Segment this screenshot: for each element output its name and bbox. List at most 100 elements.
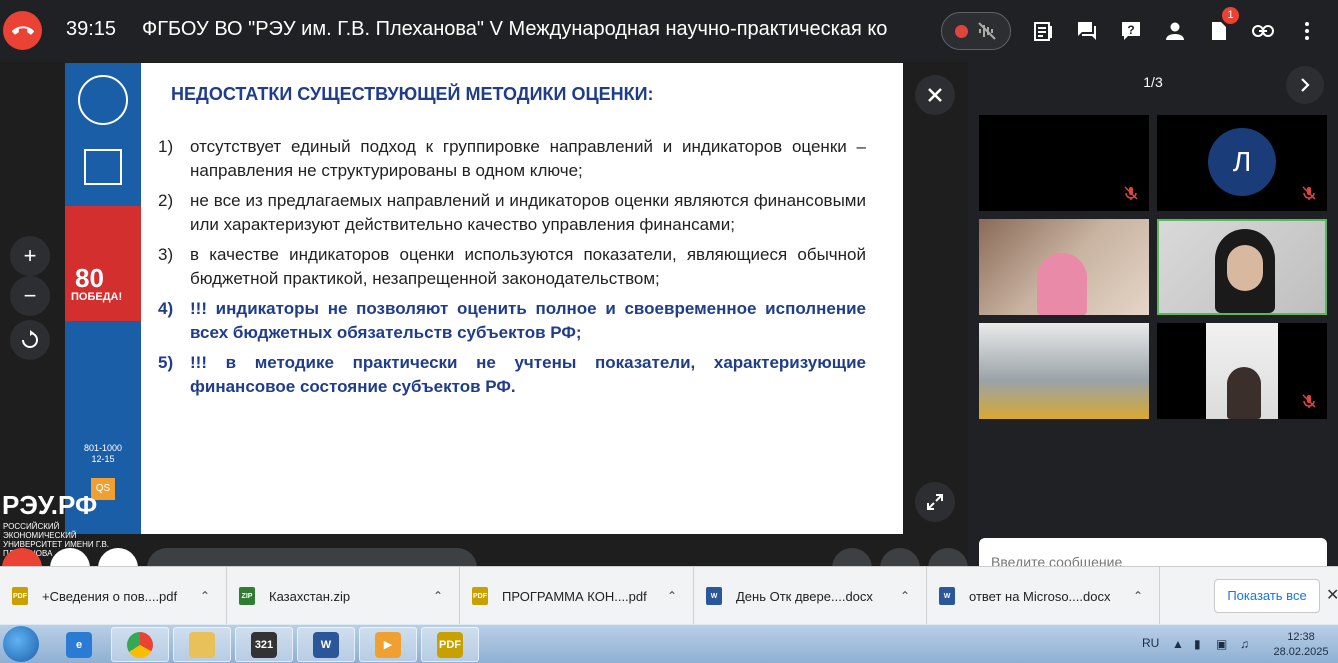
signal-icon[interactable]: ▮	[1194, 637, 1201, 651]
leave-call-button[interactable]	[3, 11, 42, 50]
mic-off-icon	[1302, 186, 1316, 200]
close-presentation-button[interactable]	[915, 75, 955, 115]
list-item: 1) отсутствует единый подход к группировк…	[158, 135, 866, 183]
system-clock[interactable]: 12:38 28.02.2025	[1268, 630, 1334, 660]
more-options-button[interactable]	[1294, 18, 1320, 44]
taskbar-app-video[interactable]: ▶	[359, 627, 417, 662]
item-text: в качестве индикаторов оценки используют…	[190, 245, 866, 288]
word-icon: W	[313, 631, 339, 658]
pdf-reader-icon: PDF	[437, 631, 463, 658]
list-item: 2) не все из предлагаемых направлений и и…	[158, 189, 866, 237]
files-badge: 1	[1222, 7, 1239, 24]
hand-raise-button[interactable]	[832, 548, 872, 566]
chevron-up-icon[interactable]: ⌃	[1133, 589, 1143, 603]
item-number: 1)	[158, 137, 174, 156]
audio-off-icon	[978, 22, 996, 40]
tray-arrow-icon[interactable]: ▲	[1172, 637, 1184, 651]
start-button[interactable]	[3, 626, 39, 662]
participant-video-figure	[1227, 367, 1261, 419]
participants-button[interactable]	[1162, 18, 1188, 44]
copy-link-button[interactable]	[1250, 18, 1276, 44]
expand-icon	[927, 494, 943, 510]
recording-indicator[interactable]	[941, 12, 1011, 50]
person-icon	[1166, 22, 1184, 40]
windows-taskbar: e 321 W ▶ PDF RU ▲ ▮ ▣ ♫ 12:38 28.02.202…	[0, 624, 1338, 663]
word-file-icon: W	[706, 587, 722, 605]
taskbar-app-chrome[interactable]	[111, 627, 169, 662]
participant-tile-video[interactable]	[1157, 323, 1327, 419]
question-icon: ?	[1122, 22, 1140, 40]
next-page-button[interactable]	[1286, 66, 1324, 104]
item-number: 2)	[158, 191, 174, 210]
layout-button[interactable]	[928, 548, 968, 566]
taskbar-app-explorer[interactable]	[173, 627, 231, 662]
ranking-label: 801-1000 12-15	[83, 443, 123, 464]
taskbar-app-word[interactable]: W	[297, 627, 355, 662]
anniversary-logo-icon	[84, 149, 122, 185]
list-item: 3) в качестве индикаторов оценки использу…	[158, 243, 866, 291]
more-vertical-icon	[1305, 22, 1309, 40]
participant-tile-video[interactable]	[979, 323, 1149, 419]
close-downloads-bar-icon[interactable]: ✕	[1326, 585, 1338, 605]
reactions-button[interactable]	[880, 548, 920, 566]
chevron-up-icon[interactable]: ⌃	[433, 589, 443, 603]
screen-share-button[interactable]	[98, 548, 138, 566]
call-timer: 39:15	[66, 18, 117, 40]
ie-icon: e	[66, 631, 92, 658]
fullscreen-button[interactable]	[915, 482, 955, 522]
participant-tile[interactable]: Л	[1157, 115, 1327, 211]
avatar: Л	[1208, 128, 1276, 196]
item-text: !!! в методике практически не учтены пок…	[190, 353, 866, 396]
slide-title: НЕДОСТАТКИ СУЩЕСТВУЮЩЕЙ МЕТОДИКИ ОЦЕНКИ:	[171, 84, 654, 104]
show-all-downloads-button[interactable]: Показать все	[1214, 579, 1320, 613]
zoom-in-button[interactable]: +	[10, 236, 50, 276]
participant-tile[interactable]	[979, 115, 1149, 211]
screen: 39:15 ФГБОУ ВО "РЭУ им. Г.В. Плеханова" …	[0, 0, 1338, 663]
camera-button[interactable]	[50, 548, 90, 566]
download-item[interactable]: ZIP Казахстан.zip ⌃	[227, 567, 460, 625]
chat-button[interactable]	[1074, 18, 1100, 44]
download-item[interactable]: PDF +Сведения о пов....pdf ⌃	[0, 567, 227, 625]
chevron-up-icon[interactable]: ⌃	[200, 589, 210, 603]
network-icon[interactable]: ▣	[1216, 637, 1227, 651]
mic-off-icon	[1124, 186, 1138, 200]
plus-icon: +	[23, 243, 37, 268]
university-crest-icon	[78, 75, 128, 125]
zip-file-icon: ZIP	[239, 587, 255, 605]
download-filename: +Сведения о пов....pdf	[42, 588, 178, 604]
item-text: отсутствует единый подход к группировке …	[190, 137, 866, 180]
chevron-up-icon[interactable]: ⌃	[900, 589, 910, 603]
mic-off-button[interactable]	[2, 548, 42, 566]
language-indicator[interactable]: RU	[1142, 636, 1159, 650]
folder-icon	[189, 631, 215, 658]
clipboard-icon	[1034, 22, 1052, 41]
participant-tile-active-speaker[interactable]	[1157, 219, 1327, 315]
participants-panel: 1/3 Л Введите сообщение	[968, 62, 1338, 578]
download-item[interactable]: W День Отк двере....docx ⌃	[694, 567, 927, 625]
zoom-out-button[interactable]: −	[10, 276, 50, 316]
drawing-toolbar[interactable]	[147, 548, 477, 566]
download-item[interactable]: W ответ на Microso....docx ⌃	[927, 567, 1160, 625]
participant-video-figure	[1037, 253, 1087, 315]
slide-list: 1) отсутствует единый подход к группировк…	[158, 135, 866, 405]
help-button[interactable]: ?	[1118, 18, 1144, 44]
download-item[interactable]: PDF ПРОГРАММА КОН....pdf ⌃	[460, 567, 694, 625]
item-number: 4)	[158, 299, 174, 318]
clock-date: 28.02.2025	[1273, 646, 1329, 658]
taskbar-app-pdf[interactable]: PDF	[421, 627, 479, 662]
taskbar-app-ie[interactable]: e	[50, 627, 108, 662]
participant-tile-video[interactable]	[979, 219, 1149, 315]
volume-icon[interactable]: ♫	[1240, 637, 1249, 651]
item-number: 5)	[158, 353, 174, 372]
taskbar-app-media[interactable]: 321	[235, 627, 293, 662]
item-text: !!! индикаторы не позволяют оценить полн…	[190, 299, 866, 342]
notes-button[interactable]	[1030, 18, 1056, 44]
video-player-icon: ▶	[375, 631, 401, 658]
chevron-up-icon[interactable]: ⌃	[667, 589, 677, 603]
chrome-icon	[127, 631, 153, 658]
clock-time: 12:38	[1287, 631, 1315, 643]
reset-zoom-button[interactable]	[10, 320, 50, 360]
download-filename: Казахстан.zip	[269, 588, 351, 604]
item-number: 3)	[158, 245, 174, 264]
participant-video-face	[1227, 245, 1263, 291]
